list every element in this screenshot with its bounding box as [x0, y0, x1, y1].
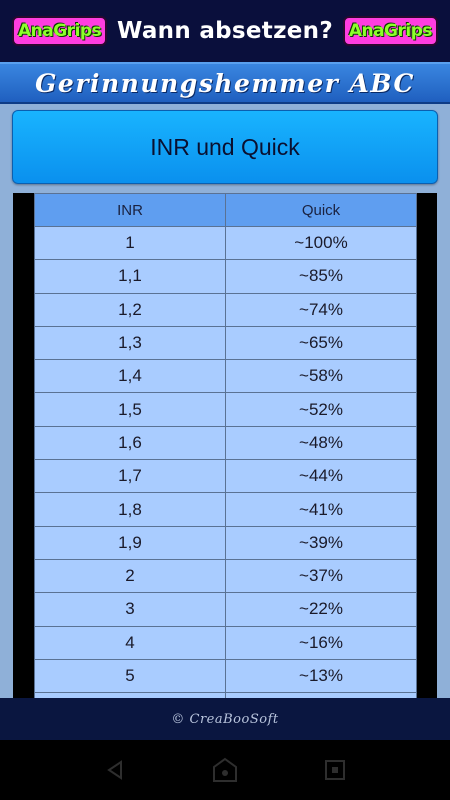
back-icon — [107, 760, 122, 780]
table-row: 1,1 ~85% — [34, 259, 417, 294]
table-header-row: INR Quick — [34, 193, 417, 227]
inr-cell: 1,3 — [34, 325, 226, 361]
quick-cell: ~22% — [225, 592, 417, 627]
inr-cell: 1,1 — [34, 259, 226, 294]
quick-cell: ~41% — [225, 492, 417, 527]
inr-quick-table: INR Quick 1 ~100% 1,1 ~85% 1,2 ~74% 1,3 ~65% 1,4… — [34, 193, 417, 698]
table-row: 1,7 ~44% — [34, 459, 417, 494]
recents-button[interactable] — [321, 756, 349, 784]
inr-quick-button-label: INR und Quick — [150, 133, 300, 160]
recents-icon — [325, 760, 345, 780]
app-title-bar: Gerinnungshemmer ABC — [0, 62, 450, 104]
column-header-quick: Quick — [225, 193, 417, 227]
table-row: 2 ~37% — [34, 558, 417, 594]
quick-cell: ~44% — [225, 459, 417, 494]
table-row: 1,2 ~74% — [34, 292, 417, 327]
home-icon — [213, 757, 237, 782]
table-row: 1,9 ~39% — [34, 525, 417, 560]
inr-cell: 1,6 — [34, 425, 226, 461]
inr-cell: 3 — [34, 592, 226, 627]
quick-cell: ~52% — [225, 392, 417, 427]
inr-cell: 1,7 — [34, 459, 226, 494]
quick-cell: ~13% — [225, 658, 417, 694]
quick-cell: ~37% — [225, 558, 417, 594]
footer: © CreaBooSoft — [0, 698, 450, 740]
table-row: 1,4 ~58% — [34, 359, 417, 394]
quick-cell: ~74% — [225, 292, 417, 327]
inr-cell: 4 — [34, 625, 226, 660]
anagrips-logo-right[interactable]: AnaGrips — [342, 16, 438, 46]
quick-cell: ~58% — [225, 359, 417, 394]
android-nav-bar — [0, 740, 450, 800]
home-button[interactable] — [211, 756, 239, 784]
quick-cell: ~85% — [225, 259, 417, 294]
quick-cell: ~65% — [225, 325, 417, 361]
app-title: Gerinnungshemmer ABC — [35, 68, 415, 98]
table-row: 1,3 ~65% — [34, 325, 417, 361]
inr-cell: 5 — [34, 658, 226, 694]
column-header-inr: INR — [34, 193, 226, 227]
inr-quick-button[interactable]: INR und Quick — [12, 110, 438, 184]
inr-cell: 1,5 — [34, 392, 226, 427]
inr-cell: 1,8 — [34, 492, 226, 527]
table-row: 1,8 ~41% — [34, 492, 417, 527]
inr-quick-table-container[interactable]: INR Quick 1 ~100% 1,1 ~85% 1,2 ~74% 1,3 ~65% 1,4… — [13, 193, 437, 698]
inr-cell: 1,9 — [34, 525, 226, 560]
table-row: 1,5 ~52% — [34, 392, 417, 427]
table-row: 1,6 ~48% — [34, 425, 417, 461]
inr-cell: 1,4 — [34, 359, 226, 394]
anagrips-logo-left[interactable]: AnaGrips — [12, 16, 108, 46]
inr-cell: 2 — [34, 558, 226, 594]
inr-cell: 1,2 — [34, 292, 226, 327]
quick-cell: ~16% — [225, 625, 417, 660]
top-header: AnaGrips Wann absetzen? AnaGrips — [0, 0, 450, 62]
table-row: 3 ~22% — [34, 592, 417, 627]
quick-cell: ~48% — [225, 425, 417, 461]
table-row: 1 ~100% — [34, 225, 417, 261]
table-row: 4 ~16% — [34, 625, 417, 660]
copyright-text: © CreaBooSoft — [171, 711, 279, 727]
quick-cell: ~100% — [225, 225, 417, 261]
table-row: 5 ~13% — [34, 658, 417, 694]
back-button[interactable] — [101, 756, 129, 784]
header-title: Wann absetzen? — [117, 18, 333, 44]
quick-cell: ~39% — [225, 525, 417, 560]
inr-cell: 1 — [34, 225, 226, 261]
